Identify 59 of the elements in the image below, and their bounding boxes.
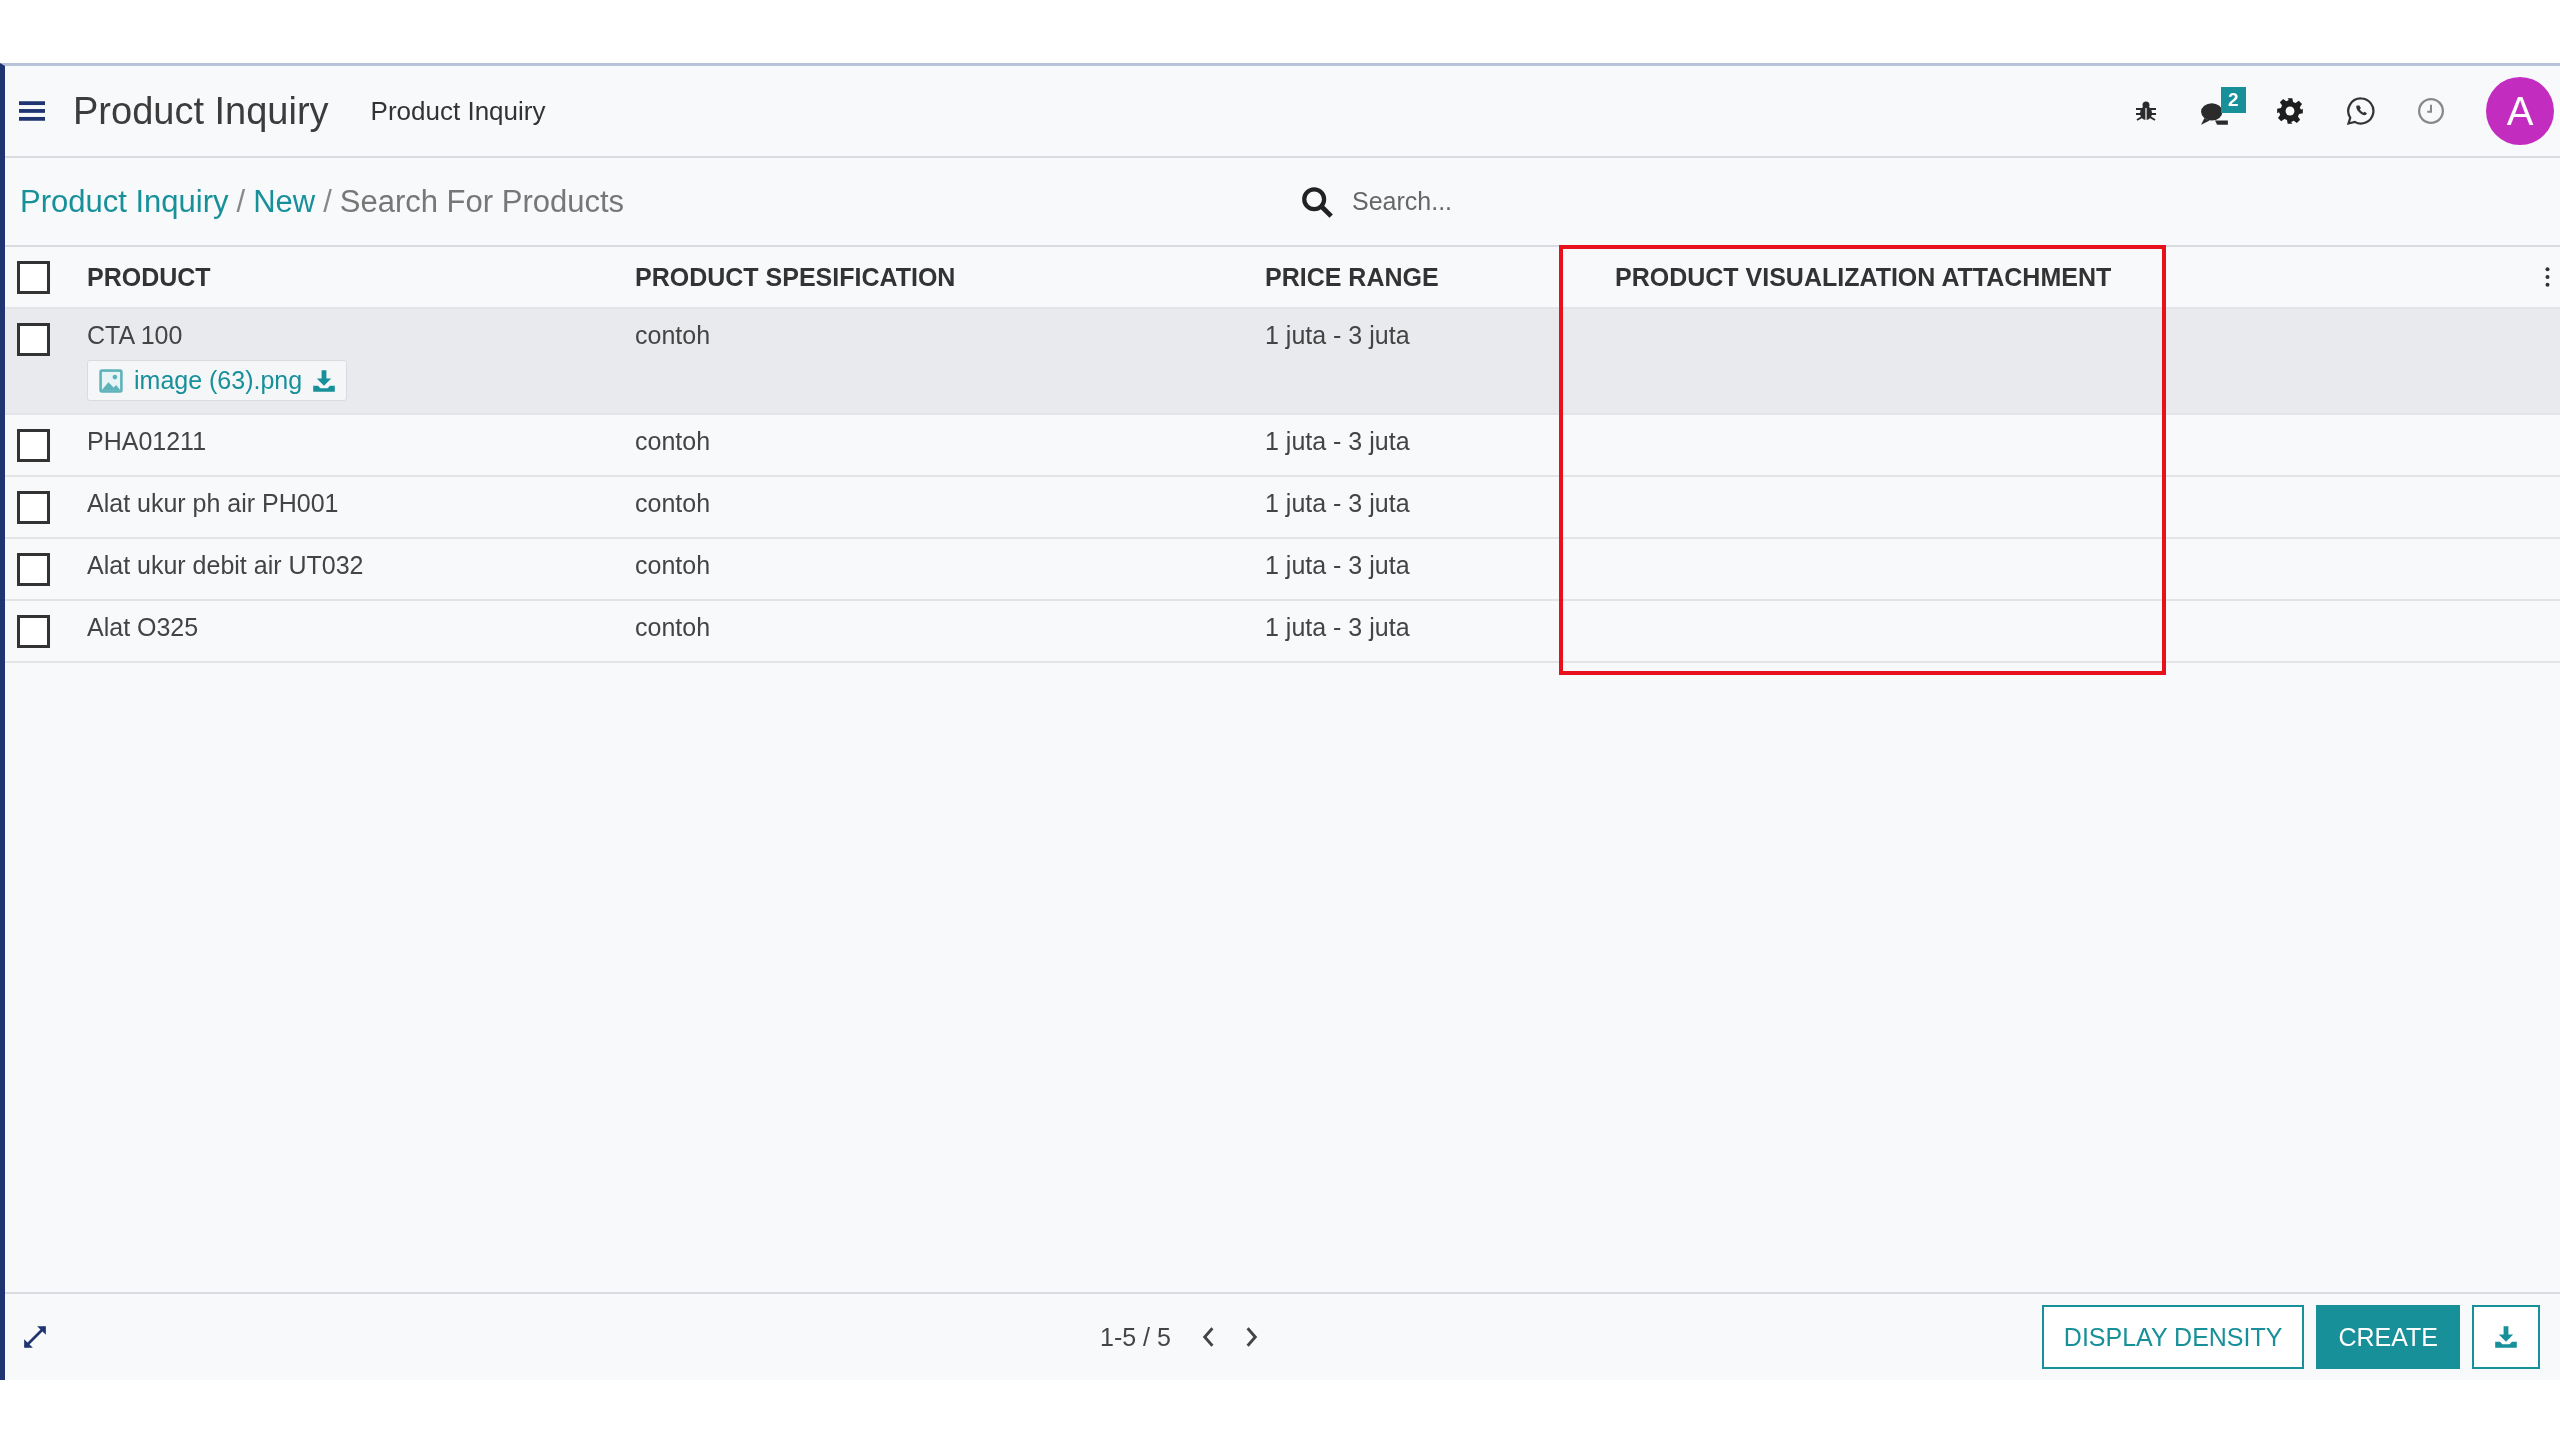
- table-row[interactable]: Alat O325 contoh 1 juta - 3 juta: [5, 601, 2560, 663]
- breadcrumb-separator: /: [323, 183, 332, 220]
- breadcrumb-current: Search For Products: [339, 183, 625, 220]
- table-cell: Alat O325: [87, 613, 199, 642]
- checkbox[interactable]: [17, 260, 50, 294]
- table-cell: Alat ukur debit air UT032: [87, 551, 364, 580]
- app-title: Product Inquiry: [73, 89, 329, 133]
- download-icon: [2494, 1325, 2518, 1349]
- table-cell: Alat ukur ph air PH001: [87, 489, 339, 518]
- table-cell: 1 juta - 3 juta: [1265, 489, 1410, 518]
- download-icon[interactable]: [312, 368, 337, 393]
- table-row[interactable]: CTA 100 image (63).png contoh 1 juta - 3 juta: [5, 309, 2560, 415]
- pager-count: 1-5 / 5: [1100, 1322, 1171, 1352]
- attachment-chip[interactable]: image (63).png: [87, 360, 348, 401]
- image-file-icon: [98, 367, 124, 394]
- menu-item[interactable]: Product Inquiry: [370, 95, 546, 127]
- column-header-cell[interactable]: PRODUCT VISUALIZATION ATTACHMENT: [1565, 262, 2160, 292]
- table-cell: contoh: [635, 551, 711, 580]
- create-button[interactable]: CREATE: [2316, 1305, 2460, 1369]
- checkbox[interactable]: [17, 429, 50, 462]
- user-avatar[interactable]: A: [2486, 77, 2554, 145]
- checkbox[interactable]: [17, 323, 50, 356]
- settings-icon[interactable]: [2276, 97, 2304, 125]
- chat-icon[interactable]: [2200, 101, 2230, 127]
- clock-icon[interactable]: [2416, 96, 2446, 126]
- table-row[interactable]: Alat ukur debit air UT032 contoh 1 juta - 3 juta: [5, 539, 2560, 601]
- table-cell: contoh: [635, 321, 711, 350]
- breadcrumb-link[interactable]: New: [253, 183, 316, 220]
- table-cell: PHA01211: [87, 427, 207, 456]
- expand-icon[interactable]: [22, 1324, 48, 1350]
- notification-badge: 2: [2221, 87, 2246, 113]
- display-density-button[interactable]: DISPLAY DENSITY: [2041, 1305, 2305, 1369]
- previous-page-icon[interactable]: [1200, 1326, 1215, 1348]
- table-row[interactable]: PHA01211 contoh 1 juta - 3 juta: [5, 415, 2560, 477]
- table-cell: contoh: [635, 613, 711, 642]
- table-cell: 1 juta - 3 juta: [1265, 321, 1410, 350]
- column-header-cell[interactable]: PRODUCT SPESIFICATION: [623, 262, 1253, 292]
- checkbox[interactable]: [17, 615, 50, 648]
- search-icon[interactable]: [1300, 184, 1334, 219]
- more-options-icon[interactable]: [2545, 267, 2550, 287]
- checkbox[interactable]: [17, 553, 50, 586]
- phone-chat-icon[interactable]: [2346, 96, 2376, 126]
- table-cell: 1 juta - 3 juta: [1265, 427, 1410, 456]
- table-row[interactable]: Alat ukur ph air PH001 contoh 1 juta - 3 juta: [5, 477, 2560, 539]
- column-header-cell[interactable]: PRICE RANGE: [1253, 262, 1565, 292]
- table-cell: contoh: [635, 427, 711, 456]
- table-cell: 1 juta - 3 juta: [1265, 551, 1410, 580]
- breadcrumb-link[interactable]: Product Inquiry: [20, 183, 229, 220]
- next-page-icon[interactable]: [1244, 1326, 1259, 1348]
- download-button[interactable]: [2472, 1305, 2540, 1369]
- column-header-cell[interactable]: PRODUCT: [75, 262, 623, 292]
- checkbox[interactable]: [17, 491, 50, 524]
- search-field[interactable]: Search...: [1350, 186, 1854, 217]
- table-cell: contoh: [635, 489, 711, 518]
- table-cell: 1 juta - 3 juta: [1265, 613, 1410, 642]
- menu-icon[interactable]: [19, 100, 45, 122]
- breadcrumb-separator: /: [236, 183, 246, 220]
- bug-icon[interactable]: [2134, 99, 2158, 123]
- table-cell: CTA 100: [87, 321, 183, 350]
